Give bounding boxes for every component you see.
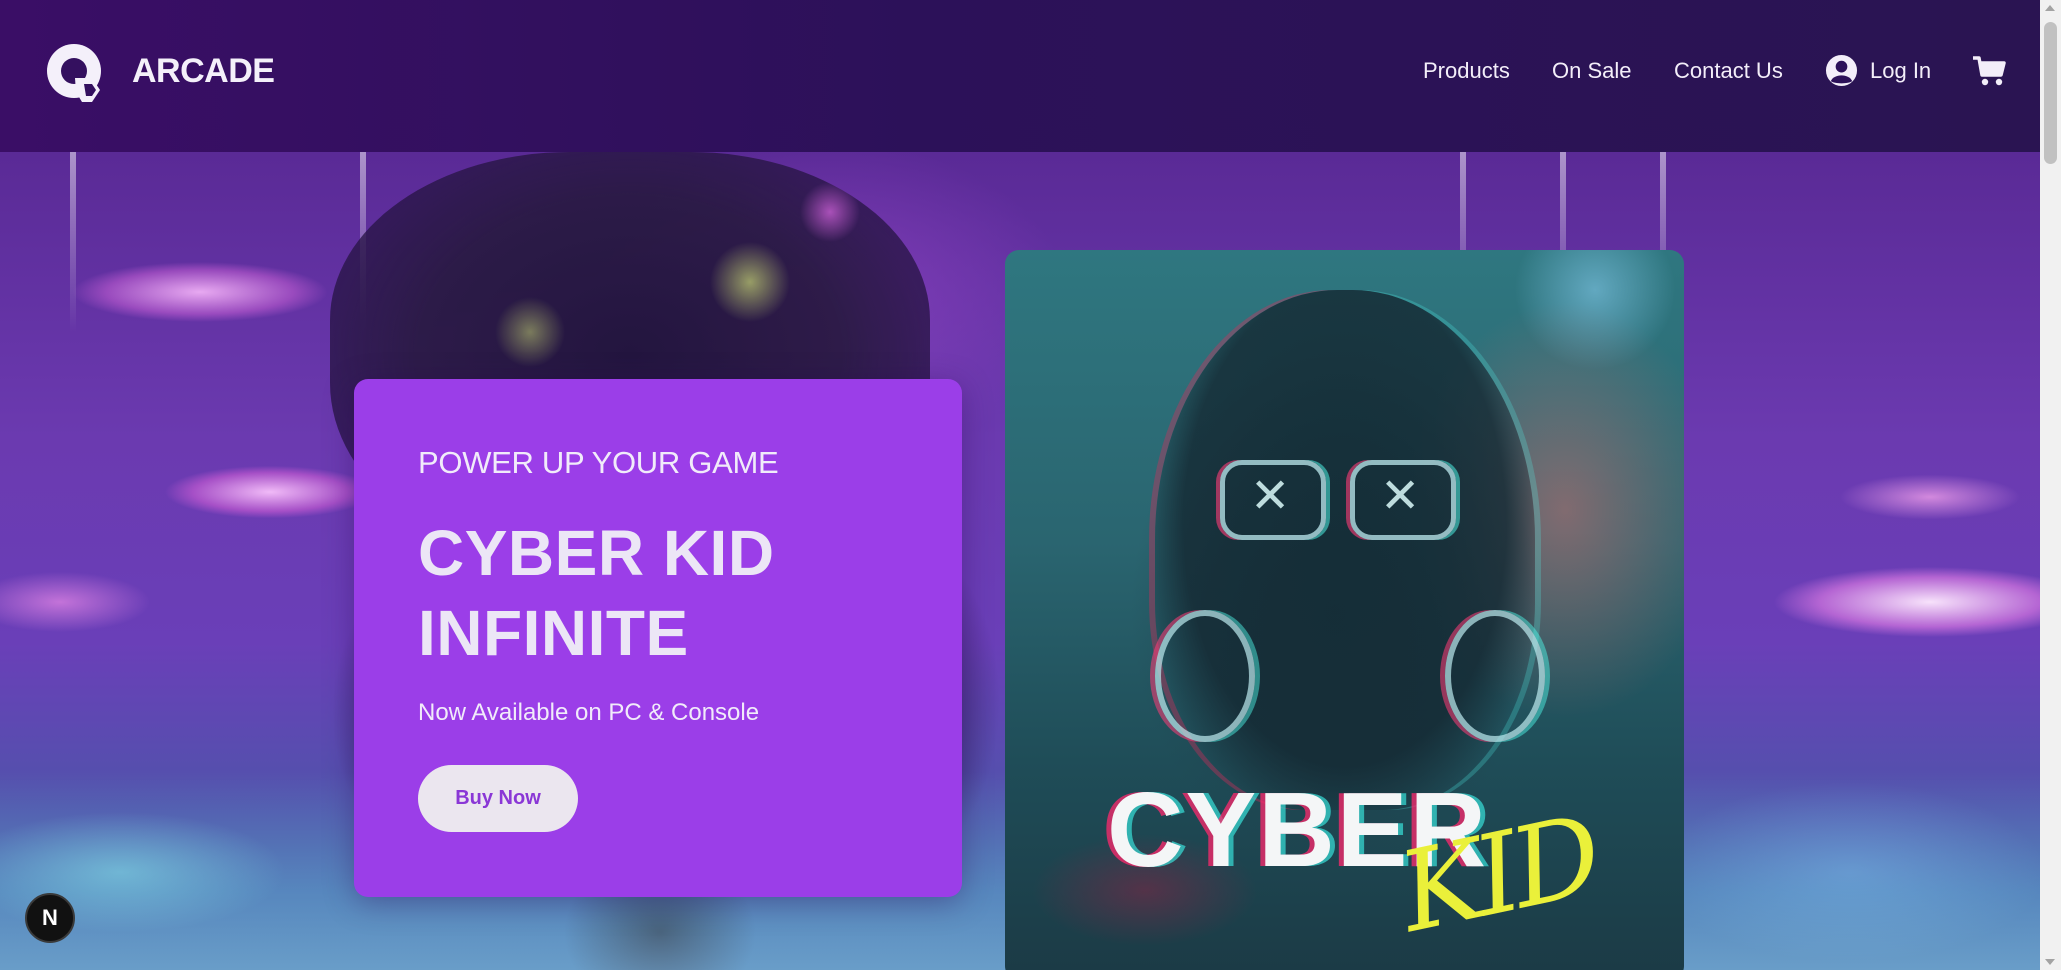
game-cover-image[interactable]: ✕ ✕ CYBER KID bbox=[1005, 250, 1684, 970]
arcade-logo-icon[interactable] bbox=[42, 38, 112, 108]
nav-products[interactable]: Products bbox=[1423, 58, 1510, 84]
respirator-right bbox=[1445, 610, 1545, 742]
respirator-left bbox=[1155, 610, 1255, 742]
buy-now-button[interactable]: Buy Now bbox=[418, 765, 578, 832]
nav-contact-us[interactable]: Contact Us bbox=[1674, 58, 1783, 84]
login-label: Log In bbox=[1870, 57, 1932, 83]
login-link[interactable]: Log In bbox=[1825, 54, 1931, 87]
rain-streak bbox=[70, 152, 76, 332]
nextjs-dev-badge[interactable]: N bbox=[25, 893, 75, 943]
promo-eyebrow: POWER UP YOUR GAME bbox=[418, 445, 779, 480]
promo-card: POWER UP YOUR GAME CYBER KID INFINITE No… bbox=[354, 379, 962, 897]
scroll-up-arrow-icon[interactable] bbox=[2045, 5, 2055, 11]
nav-on-sale[interactable]: On Sale bbox=[1552, 58, 1632, 84]
promo-title: CYBER KID INFINITE bbox=[418, 513, 938, 673]
vertical-scrollbar[interactable] bbox=[2040, 0, 2061, 970]
x-eye-icon: ✕ bbox=[1250, 470, 1291, 523]
shopping-cart-icon[interactable] bbox=[1972, 55, 2006, 87]
page: ARCADE Products On Sale Contact Us Log I… bbox=[0, 0, 2061, 970]
promo-subtitle: Now Available on PC & Console bbox=[418, 699, 760, 726]
site-header: ARCADE Products On Sale Contact Us Log I… bbox=[0, 0, 2040, 152]
scroll-down-arrow-icon[interactable] bbox=[2045, 959, 2055, 965]
brand-name[interactable]: ARCADE bbox=[132, 52, 275, 91]
promo-title-line1: CYBER KID bbox=[418, 517, 775, 589]
scrollbar-thumb[interactable] bbox=[2044, 22, 2057, 164]
promo-title-line2: INFINITE bbox=[418, 597, 689, 669]
x-eye-icon: ✕ bbox=[1380, 470, 1421, 523]
user-circle-icon bbox=[1825, 54, 1858, 87]
